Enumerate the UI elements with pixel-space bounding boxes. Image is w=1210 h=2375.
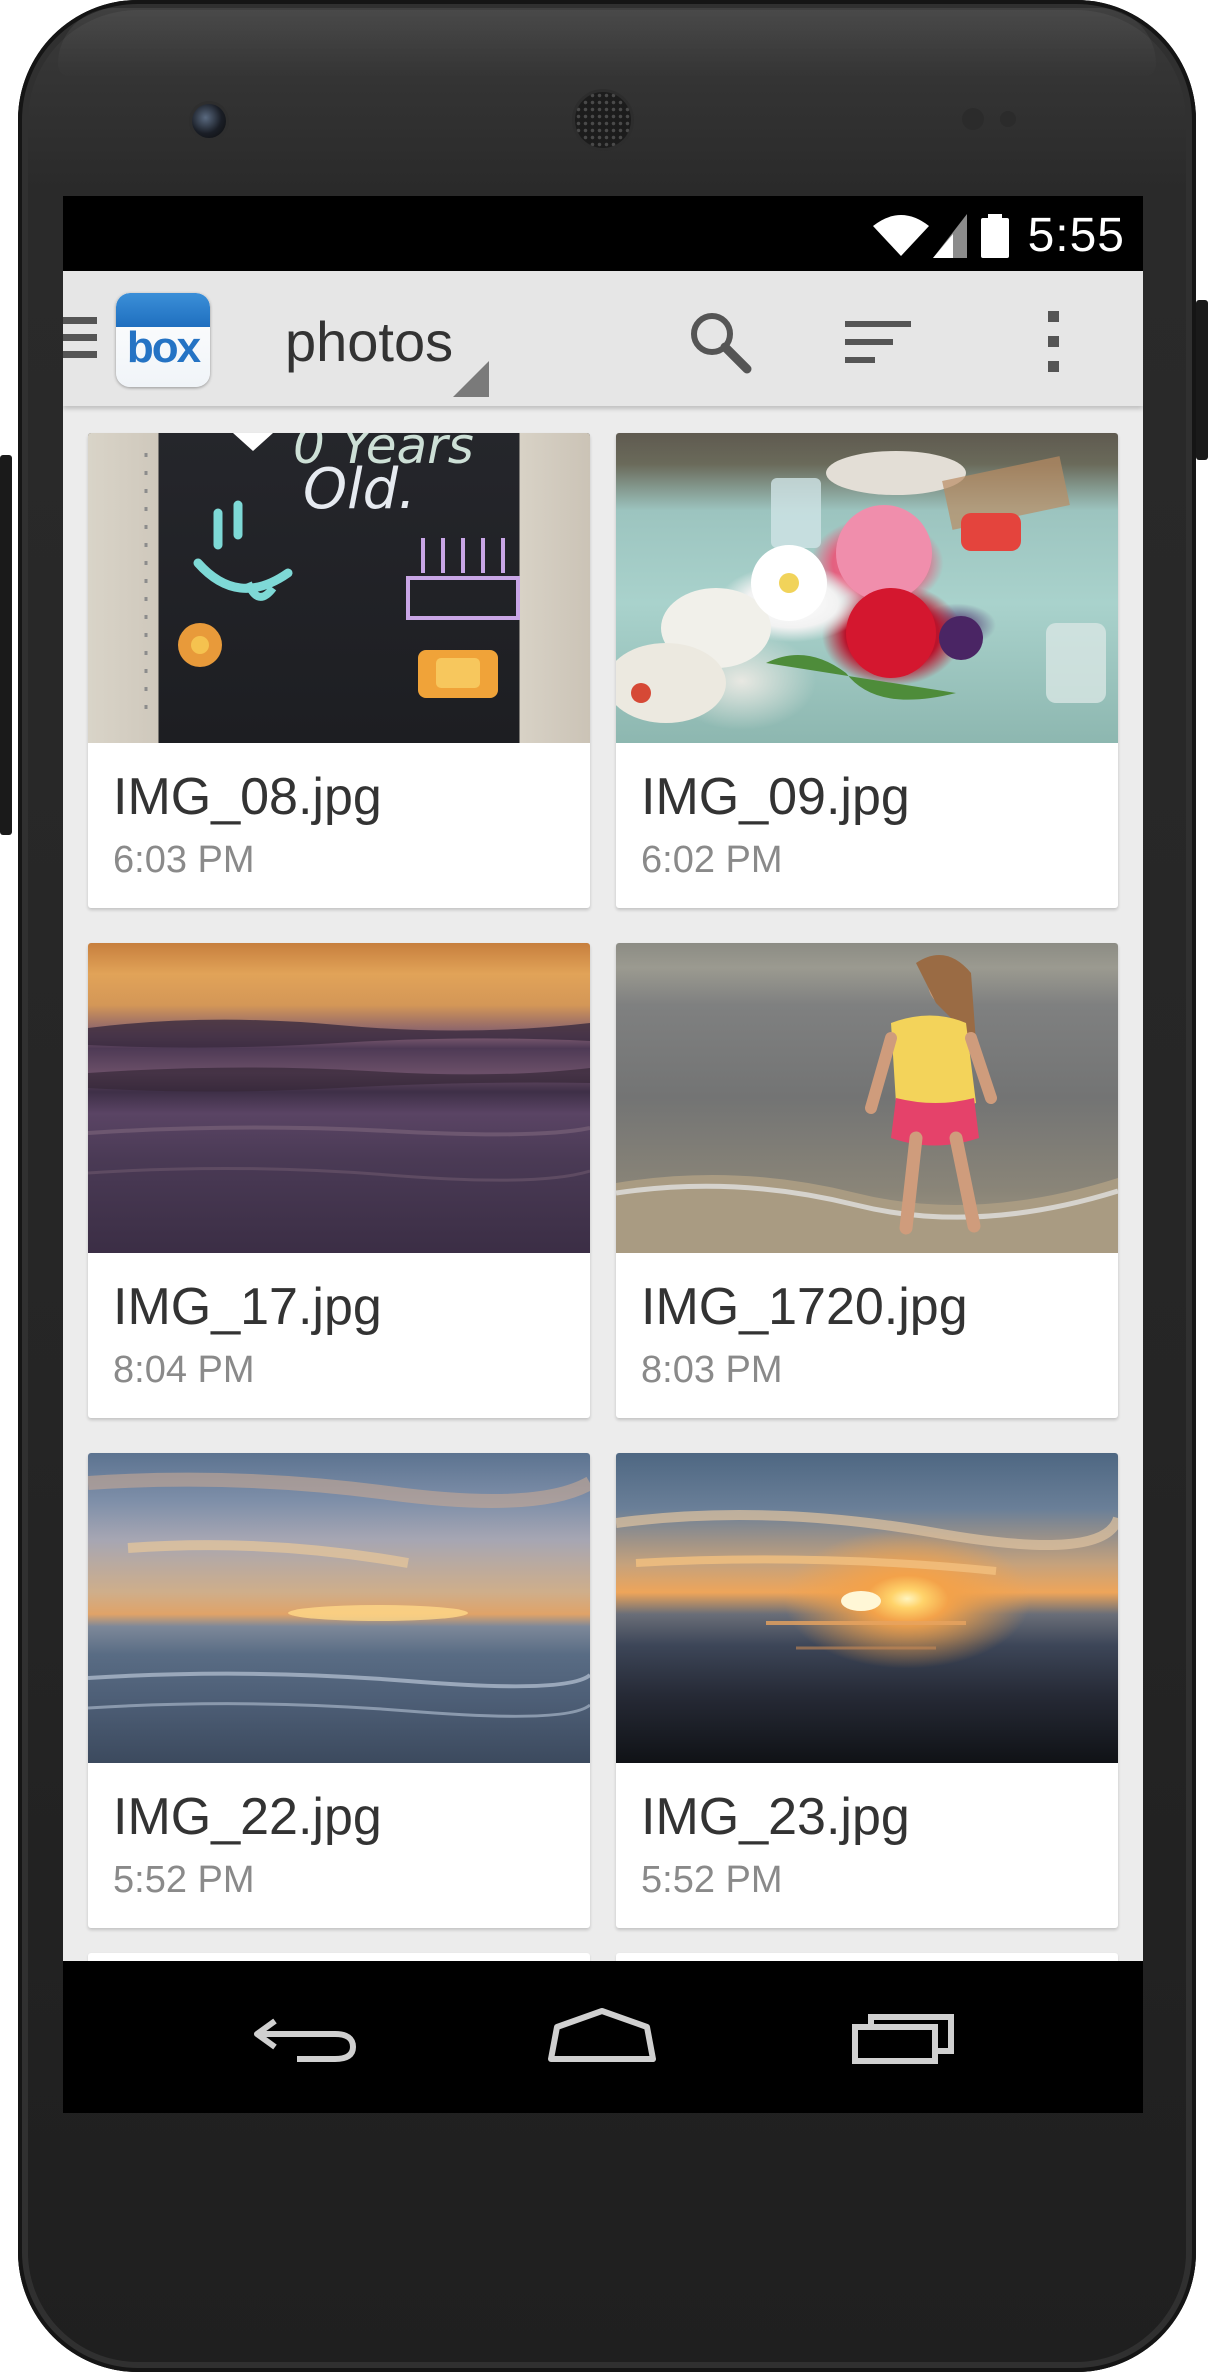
file-card[interactable]: 0 Years Old. IMG_08.jpg 6:03 PM	[88, 433, 590, 908]
back-icon[interactable]	[253, 2001, 363, 2071]
file-card[interactable]: IMG_09.jpg 6:02 PM	[616, 433, 1118, 908]
phone-sheen	[58, 8, 1156, 78]
spinner-indicator-icon	[453, 361, 489, 397]
folder-title-spinner[interactable]: photos	[285, 309, 453, 374]
file-timestamp: 5:52 PM	[113, 1859, 255, 1901]
file-name: IMG_17.jpg	[113, 1278, 382, 1336]
sort-icon[interactable]	[843, 307, 913, 377]
photo-thumbnail: 0 Years Old.	[88, 433, 590, 743]
file-grid: 0 Years Old. IMG_08.jpg 6:03 PM IMG_09.j…	[63, 406, 1143, 1961]
action-bar: box photos	[63, 271, 1143, 406]
wifi-icon	[873, 215, 929, 256]
file-name: IMG_22.jpg	[113, 1788, 382, 1846]
photo-thumbnail	[616, 1453, 1118, 1763]
file-timestamp: 8:03 PM	[641, 1349, 783, 1391]
recents-icon[interactable]	[851, 2001, 961, 2071]
power-button	[1196, 300, 1208, 460]
file-card-partial[interactable]	[616, 1953, 1118, 1961]
photo-thumbnail	[616, 433, 1118, 743]
search-icon[interactable]	[685, 307, 755, 377]
home-icon[interactable]	[547, 2001, 657, 2071]
photo-thumbnail	[616, 943, 1118, 1253]
device-screen: 5:55 box photos 0 Years Old. IMG_08.jpg …	[63, 196, 1143, 2113]
file-timestamp: 5:52 PM	[641, 1859, 783, 1901]
earpiece-speaker	[575, 92, 631, 148]
proximity-sensor	[962, 108, 984, 130]
navigation-bar	[63, 1961, 1143, 2113]
status-time: 5:55	[1027, 209, 1125, 262]
status-bar: 5:55	[63, 196, 1143, 271]
volume-button	[0, 455, 12, 835]
file-timestamp: 6:03 PM	[113, 839, 255, 881]
battery-icon	[981, 214, 1009, 258]
front-camera	[192, 104, 226, 138]
svg-text:Old.: Old.	[303, 457, 416, 522]
photo-thumbnail	[88, 1453, 590, 1763]
box-logo[interactable]: box	[116, 293, 210, 387]
drawer-indicator-icon[interactable]	[63, 317, 97, 365]
overflow-menu-icon[interactable]	[1018, 307, 1088, 377]
file-card-partial[interactable]	[88, 1953, 590, 1961]
file-timestamp: 8:04 PM	[113, 1349, 255, 1391]
file-name: IMG_08.jpg	[113, 768, 382, 826]
file-name: IMG_23.jpg	[641, 1788, 910, 1846]
file-name: IMG_09.jpg	[641, 768, 910, 826]
file-card[interactable]: IMG_22.jpg 5:52 PM	[88, 1453, 590, 1928]
file-card[interactable]: IMG_23.jpg 5:52 PM	[616, 1453, 1118, 1928]
file-timestamp: 6:02 PM	[641, 839, 783, 881]
file-card[interactable]: IMG_17.jpg 8:04 PM	[88, 943, 590, 1418]
file-card[interactable]: IMG_1720.jpg 8:03 PM	[616, 943, 1118, 1418]
light-sensor	[1000, 111, 1016, 127]
file-name: IMG_1720.jpg	[641, 1278, 968, 1336]
cell-signal-icon	[933, 214, 967, 258]
photo-thumbnail	[88, 943, 590, 1253]
box-logo-text: box	[126, 323, 201, 372]
